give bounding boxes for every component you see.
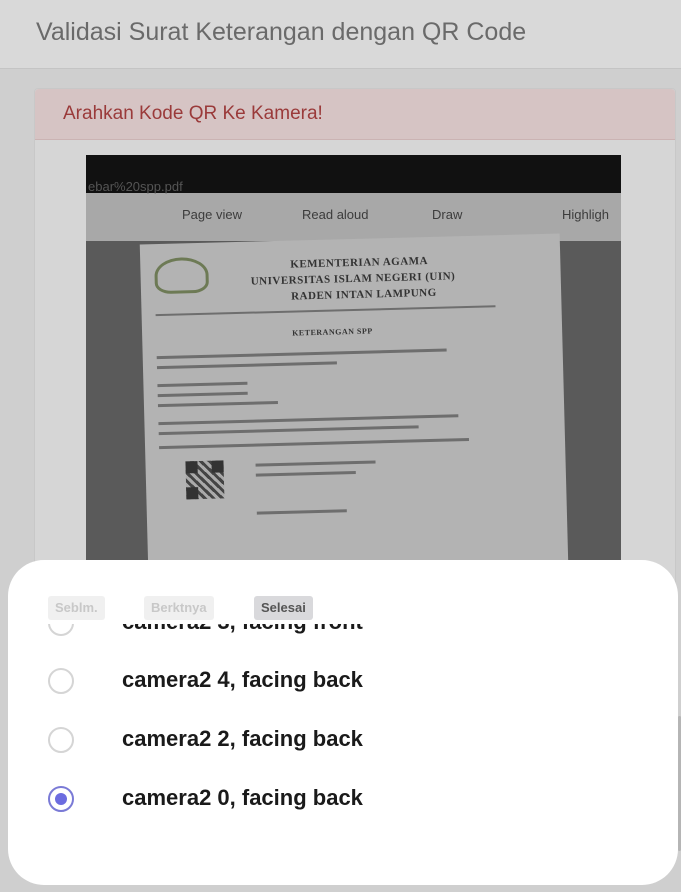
preview-draw: Draw — [432, 207, 463, 222]
camera-picker-sheet: Seblm. Berktnya Selesai camera2 3, facin… — [8, 560, 681, 885]
radio-unchecked-icon[interactable] — [48, 727, 74, 753]
previous-button[interactable]: Seblm. — [48, 596, 105, 620]
doc-text-line — [158, 414, 459, 426]
page-title: Validasi Surat Keterangan dengan QR Code — [36, 18, 527, 46]
doc-text-line — [157, 391, 248, 398]
doc-heading-3: RADEN INTAN LAMPUNG — [291, 286, 437, 303]
doc-text-line — [256, 509, 347, 515]
radio-unchecked-icon[interactable] — [48, 668, 74, 694]
preview-highlight: Highligh — [562, 207, 609, 222]
preview-page-view: Page view — [182, 207, 242, 222]
done-button[interactable]: Selesai — [254, 596, 313, 620]
preview-tab-path: ebar%20spp.pdf — [88, 179, 183, 194]
camera-option-label: camera2 2, facing back — [122, 726, 363, 751]
doc-text-line — [159, 438, 470, 450]
doc-text-line — [156, 361, 337, 370]
camera-option[interactable]: camera2 4, facing back — [8, 652, 678, 710]
camera-option-label: camera2 0, facing back — [122, 785, 363, 810]
camera-option-selected[interactable]: camera2 0, facing back — [8, 770, 678, 828]
doc-text-line — [156, 348, 447, 360]
camera-option-label: camera2 3, facing front — [122, 624, 363, 635]
doc-rule — [155, 305, 496, 317]
preview-read-aloud: Read aloud — [302, 207, 369, 222]
camera-option[interactable]: camera2 2, facing back — [8, 711, 678, 769]
doc-text-line — [255, 460, 376, 467]
radio-unchecked-icon[interactable] — [48, 624, 74, 636]
university-logo-icon — [154, 256, 210, 295]
doc-heading-1: KEMENTERIAN AGAMA — [290, 255, 429, 271]
alert-text: Arahkan Kode QR Ke Kamera! — [63, 103, 323, 124]
camera-options-list[interactable]: camera2 3, facing front camera2 4, facin… — [8, 624, 678, 880]
camera-preview: ebar%20spp.pdf Page view Read aloud Draw… — [86, 155, 621, 575]
next-button[interactable]: Berktnya — [144, 596, 214, 620]
doc-text-line — [157, 381, 248, 388]
camera-option[interactable]: camera2 3, facing front — [8, 624, 678, 652]
radio-checked-icon[interactable] — [48, 786, 74, 812]
app-header: Validasi Surat Keterangan dengan QR Code — [0, 0, 681, 69]
alert-banner: Arahkan Kode QR Ke Kamera! — [35, 89, 675, 140]
doc-text-line — [157, 400, 278, 408]
doc-heading-2: UNIVERSITAS ISLAM NEGERI (UIN) — [250, 270, 456, 288]
camera-option-label: camera2 4, facing back — [122, 667, 363, 692]
preview-document: KEMENTERIAN AGAMA UNIVERSITAS ISLAM NEGE… — [139, 233, 569, 575]
doc-subtitle: KETERANGAN SPP — [292, 326, 373, 338]
doc-text-line — [255, 470, 356, 477]
doc-text-line — [158, 425, 419, 436]
qr-code-icon — [185, 460, 225, 500]
